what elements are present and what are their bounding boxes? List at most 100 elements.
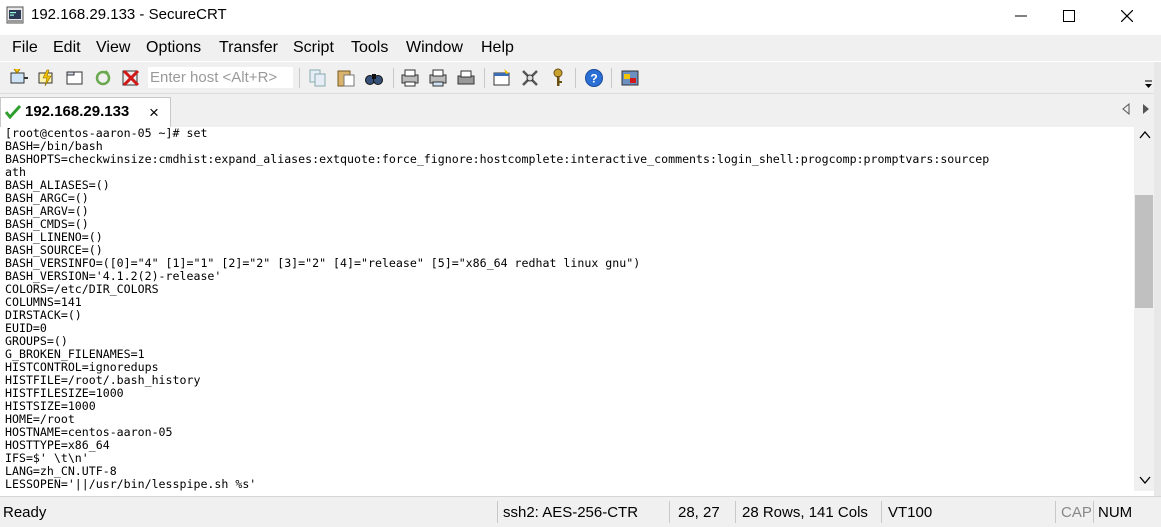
vertical-scrollbar[interactable]	[1134, 127, 1154, 491]
menu-file[interactable]: File	[12, 39, 38, 57]
tab-scroll-right-icon[interactable]	[1142, 103, 1150, 115]
terminal-line: [root@centos-aaron-05 ~]# set	[5, 127, 208, 140]
toolbar-separator	[575, 68, 576, 88]
print-screen-icon	[401, 69, 419, 87]
terminal-output[interactable]: [root@centos-aaron-05 ~]# set BASH=/bin/b…	[0, 127, 1134, 491]
help-button[interactable]: ?	[583, 67, 605, 89]
status-terminal-size: 28 Rows, 141 Cols	[742, 504, 868, 521]
close-icon	[1121, 10, 1133, 22]
global-options-icon	[522, 70, 538, 86]
terminal-line: HISTFILE=/root/.bash_history	[5, 373, 201, 387]
terminal-line: DIRSTACK=()	[5, 308, 82, 322]
status-divider	[881, 501, 882, 523]
session-tab[interactable]: 192.168.29.133 ×	[0, 97, 171, 127]
copy-icon	[309, 69, 326, 87]
help-icon: ?	[585, 69, 603, 87]
terminal-line: BASH_ARGC=()	[5, 191, 89, 205]
menu-options[interactable]: Options	[146, 39, 201, 57]
tab-strip: 192.168.29.133 ×	[0, 93, 1161, 127]
session-options-button[interactable]	[491, 67, 513, 89]
close-window-button[interactable]	[1104, 0, 1150, 32]
status-cursor-position: 28, 27	[678, 504, 720, 521]
window-title: 192.168.29.133 - SecureCRT	[31, 6, 227, 23]
find-button[interactable]	[363, 67, 385, 89]
maximize-icon	[1063, 10, 1075, 22]
global-options-button[interactable]	[519, 67, 541, 89]
terminal-line: HISTFILESIZE=1000	[5, 386, 124, 400]
find-icon	[365, 74, 383, 85]
scroll-down-icon[interactable]	[1139, 476, 1151, 484]
title-bar: 192.168.29.133 - SecureCRT	[0, 0, 1161, 32]
sftp-button[interactable]	[619, 67, 641, 89]
terminal-line: BASH_ALIASES=()	[5, 178, 110, 192]
menu-tools[interactable]: Tools	[351, 39, 388, 57]
toolbar-separator	[611, 68, 612, 88]
keymap-icon	[553, 68, 563, 86]
keymap-button[interactable]	[547, 67, 569, 89]
menu-transfer[interactable]: Transfer	[219, 39, 278, 57]
terminal-line: BASH_LINENO=()	[5, 230, 103, 244]
reconnect-icon	[95, 70, 111, 86]
status-bar: Ready ssh2: AES-256-CTR 28, 27 28 Rows, …	[0, 496, 1161, 527]
terminal-line: LESSOPEN='||/usr/bin/lesspipe.sh %s'	[5, 477, 257, 491]
status-ready: Ready	[3, 504, 47, 521]
disconnect-icon	[122, 69, 140, 87]
status-num-lock: NUM	[1098, 504, 1133, 521]
paste-button[interactable]	[335, 67, 357, 89]
copy-button[interactable]	[307, 67, 329, 89]
reconnect-button[interactable]	[92, 67, 114, 89]
tab-close-button[interactable]: ×	[149, 103, 159, 123]
toolbar-overflow-icon[interactable]	[1144, 80, 1153, 89]
menu-view[interactable]: View	[96, 39, 130, 57]
menu-help[interactable]: Help	[481, 39, 514, 57]
status-divider	[497, 501, 498, 523]
connect-icon	[10, 68, 28, 84]
scroll-up-icon[interactable]	[1139, 131, 1151, 139]
terminal-line: HOSTNAME=centos-aaron-05	[5, 425, 173, 439]
connect-button[interactable]	[8, 67, 30, 89]
status-divider	[1055, 501, 1056, 523]
menu-window[interactable]: Window	[406, 39, 463, 57]
print-button[interactable]	[455, 67, 477, 89]
terminal-line: BASH_ARGV=()	[5, 204, 89, 218]
menu-bar: File Edit View Options Transfer Script T…	[0, 35, 1161, 61]
terminal-line: GROUPS=()	[5, 334, 68, 348]
print-screen-button[interactable]	[399, 67, 421, 89]
sftp-icon	[621, 70, 639, 86]
terminal-line: HOSTTYPE=x86_64	[5, 438, 110, 452]
paste-icon	[337, 70, 355, 87]
scrollbar-thumb[interactable]	[1135, 195, 1153, 308]
terminal-line: BASH_VERSION='4.1.2(2)-release'	[5, 269, 222, 283]
print-selection-icon	[429, 69, 447, 87]
check-icon	[5, 105, 21, 119]
toolbar-separator	[393, 68, 394, 88]
tab-scroll-left-icon[interactable]	[1122, 103, 1130, 115]
status-cipher: ssh2: AES-256-CTR	[503, 504, 639, 521]
terminal-line: COLORS=/etc/DIR_COLORS	[5, 282, 159, 296]
print-selection-button[interactable]	[427, 67, 449, 89]
terminal-line: COLUMNS=141	[5, 295, 82, 309]
connect-in-tab-icon	[66, 71, 83, 85]
menu-script[interactable]: Script	[293, 39, 334, 57]
connect-in-tab-button[interactable]	[64, 67, 86, 89]
disconnect-button[interactable]	[120, 67, 142, 89]
svg-text:?: ?	[590, 72, 597, 86]
quick-connect-icon	[38, 69, 53, 87]
tab-label: 192.168.29.133	[25, 103, 130, 120]
toolbar-separator	[484, 68, 485, 88]
quick-connect-button[interactable]	[36, 67, 58, 89]
menu-edit[interactable]: Edit	[53, 39, 81, 57]
maximize-button[interactable]	[1046, 0, 1092, 32]
terminal-line: G_BROKEN_FILENAMES=1	[5, 347, 145, 361]
terminal-line: BASHOPTS=checkwinsize:cmdhist:expand_ali…	[5, 152, 990, 166]
status-caps-lock: CAP	[1061, 504, 1092, 521]
session-options-icon	[493, 69, 510, 86]
terminal-line: IFS=$' \t\n'	[5, 451, 89, 465]
minimize-button[interactable]	[998, 0, 1044, 32]
minimize-icon	[1015, 15, 1027, 17]
terminal-line: BASH_CMDS=()	[5, 217, 89, 231]
status-emulation: VT100	[888, 504, 933, 521]
print-icon	[457, 70, 475, 85]
host-input[interactable]	[148, 67, 293, 88]
window-border	[1154, 62, 1161, 496]
